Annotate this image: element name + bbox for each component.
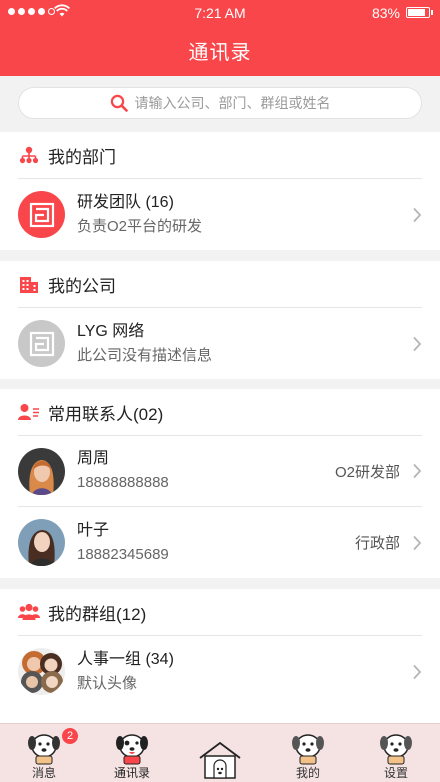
- tab-bar: 2 消息 通讯录 我的 设置: [0, 723, 440, 782]
- section-header-department: 我的部门: [18, 132, 422, 179]
- contact-name: 叶子: [77, 521, 110, 539]
- tab-label: 消息: [31, 766, 56, 780]
- building-icon: [18, 273, 40, 295]
- chevron-right-icon: [413, 463, 422, 479]
- tab-me[interactable]: 我的: [264, 724, 352, 782]
- list-item-company[interactable]: LYG 网络 此公司没有描述信息: [18, 308, 422, 379]
- search-input[interactable]: [134, 95, 331, 111]
- group-name: 人事一组 (34): [77, 650, 174, 668]
- contact-department: O2研发部: [334, 463, 400, 481]
- section-title: 我的群组(12): [48, 604, 147, 624]
- chevron-right-icon: [413, 664, 422, 679]
- tab-contacts[interactable]: 通讯录: [88, 724, 176, 782]
- section-title: 我的公司: [48, 276, 116, 296]
- company-name: LYG 网络: [77, 322, 145, 340]
- search-bar: [0, 76, 440, 132]
- company-avatar: [18, 320, 65, 367]
- chevron-right-icon: [413, 207, 422, 222]
- contact-name: 周周: [77, 450, 110, 467]
- app-header: 7:21 AM 83% 通讯录: [0, 0, 440, 76]
- company-description: 此公司没有描述信息: [77, 346, 213, 364]
- contact-row[interactable]: 周周 18888888888 O2研发部: [18, 436, 422, 507]
- department-name: 研发团队 (16): [77, 193, 174, 211]
- group-subtitle: 默认头像: [77, 674, 138, 692]
- section-header-contacts: 常用联系人(02): [18, 389, 422, 436]
- section-title: 我的部门: [48, 147, 116, 167]
- doghouse-icon: [199, 741, 241, 779]
- message-badge: 2: [62, 728, 78, 744]
- section-header-company: 我的公司: [18, 261, 422, 308]
- org-chart-icon: [18, 144, 40, 166]
- tab-label: 设置: [383, 766, 408, 780]
- chevron-right-icon: [413, 336, 422, 351]
- contact-phone: 18888888888: [77, 474, 169, 491]
- tab-home[interactable]: [176, 724, 264, 782]
- contact-avatar: [18, 519, 65, 566]
- department-avatar: [18, 191, 65, 238]
- section-my-department: 我的部门 研发团队 (16) 负责O2平台的研发: [0, 132, 440, 250]
- status-bar: 7:21 AM 83%: [0, 0, 440, 26]
- department-description: 负责O2平台的研发: [77, 217, 203, 235]
- dog-messages-icon: [28, 734, 60, 765]
- chevron-right-icon: [413, 535, 422, 550]
- tab-messages[interactable]: 2 消息: [0, 724, 88, 782]
- dog-profile-icon: [292, 734, 324, 765]
- list-item-department[interactable]: 研发团队 (16) 负责O2平台的研发: [18, 179, 422, 250]
- contact-avatar: [18, 447, 65, 495]
- tab-label: 我的: [295, 766, 320, 780]
- group-icon: [18, 601, 40, 623]
- contact-department: 行政部: [354, 535, 400, 552]
- section-header-groups: 我的群组(12): [18, 589, 422, 636]
- group-avatar: [18, 648, 65, 695]
- search-box[interactable]: [18, 87, 422, 119]
- tab-settings[interactable]: 设置: [352, 724, 440, 782]
- contacts-icon: [18, 401, 40, 423]
- page-title: 通讯录: [188, 42, 252, 64]
- dog-settings-icon: [380, 734, 412, 765]
- contact-row[interactable]: 叶子 18882345689 行政部: [18, 507, 422, 578]
- battery-tip: [431, 10, 433, 15]
- section-title: 常用联系人(02): [48, 404, 164, 424]
- section-my-groups: 我的群组(12) 人事一组 (34) 默认头像: [0, 589, 440, 723]
- section-frequent-contacts: 常用联系人(02) 周周 18888888888 O2研发部 叶子 188823…: [0, 389, 440, 578]
- search-icon: [110, 94, 128, 112]
- group-row[interactable]: 人事一组 (34) 默认头像: [18, 636, 422, 707]
- tab-label: 通讯录: [113, 766, 150, 780]
- section-my-company: 我的公司 LYG 网络 此公司没有描述信息: [0, 261, 440, 379]
- battery-icon: [406, 7, 430, 18]
- contact-phone: 18882345689: [77, 545, 169, 563]
- dog-contacts-icon: [116, 734, 148, 765]
- department-logo-icon: [29, 202, 54, 227]
- company-logo-icon: [29, 331, 54, 356]
- battery-percent: 83%: [371, 5, 400, 21]
